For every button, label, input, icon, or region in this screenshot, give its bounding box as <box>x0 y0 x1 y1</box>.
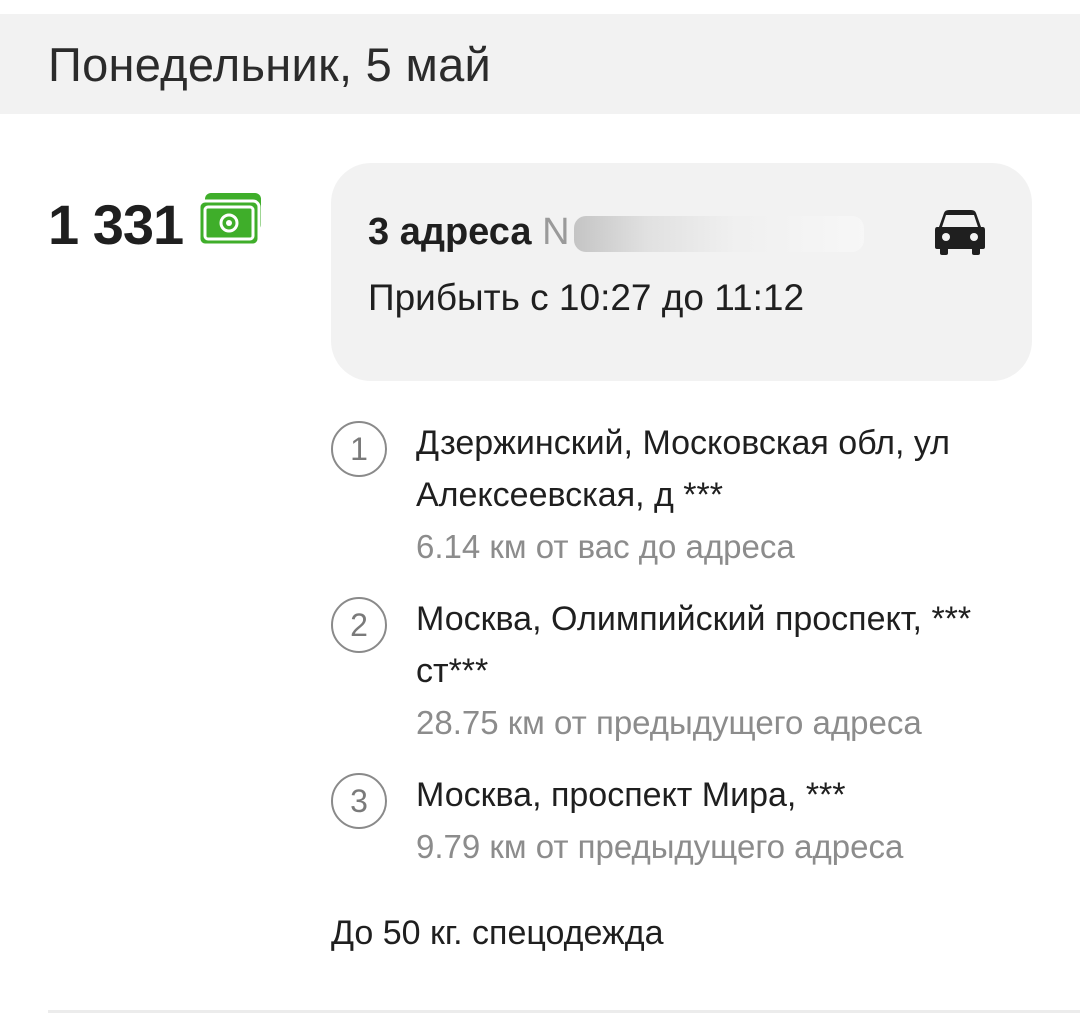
address-index: 3 <box>331 773 387 829</box>
address-text: Москва, Олимпийский проспект, *** ст*** … <box>416 593 1046 749</box>
price-value: 1 331 <box>48 193 184 256</box>
order-number-prefix: N <box>542 211 570 253</box>
address-text: Дзержинский, Московская обл, ул Алексеев… <box>416 417 1046 573</box>
address-text: Москва, проспект Мира, *** 9.79 км от пр… <box>416 769 1046 873</box>
address-index: 2 <box>331 597 387 653</box>
address-index: 1 <box>331 421 387 477</box>
order-number-redacted <box>573 215 864 252</box>
order-card[interactable]: 3 адреса N Прибыть с 10:27 до 11:12 <box>331 163 1032 381</box>
address-distance: 28.75 км от предыдущего адреса <box>416 704 922 741</box>
address-item-3[interactable]: 3 Москва, проспект Мира, *** 9.79 км от … <box>331 773 1051 873</box>
address-item-2[interactable]: 2 Москва, Олимпийский проспект, *** ст**… <box>331 597 1051 741</box>
car-icon <box>935 209 985 255</box>
date-title: Понедельник, 5 май <box>48 37 492 91</box>
cash-icon <box>195 192 265 249</box>
arrival-window: Прибыть с 10:27 до 11:12 <box>368 277 805 318</box>
address-distance: 6.14 км от вас до адреса <box>416 528 795 565</box>
order-title: 3 адреса N <box>368 211 864 254</box>
address-line: Дзержинский, Московская обл, ул Алексеев… <box>416 424 950 514</box>
address-line: Москва, Олимпийский проспект, *** ст*** <box>416 600 972 690</box>
address-count: 3 адреса <box>368 211 532 253</box>
order-price: 1 331 <box>48 192 265 257</box>
address-item-1[interactable]: 1 Дзержинский, Московская обл, ул Алексе… <box>331 421 1051 565</box>
address-distance: 9.79 км от предыдущего адреса <box>416 828 904 865</box>
status-strip <box>0 0 1080 14</box>
date-header: Понедельник, 5 май <box>0 14 1080 114</box>
order-note: До 50 кг. спецодежда <box>331 914 664 952</box>
divider <box>48 1010 1080 1013</box>
address-line: Москва, проспект Мира, *** <box>416 776 846 814</box>
